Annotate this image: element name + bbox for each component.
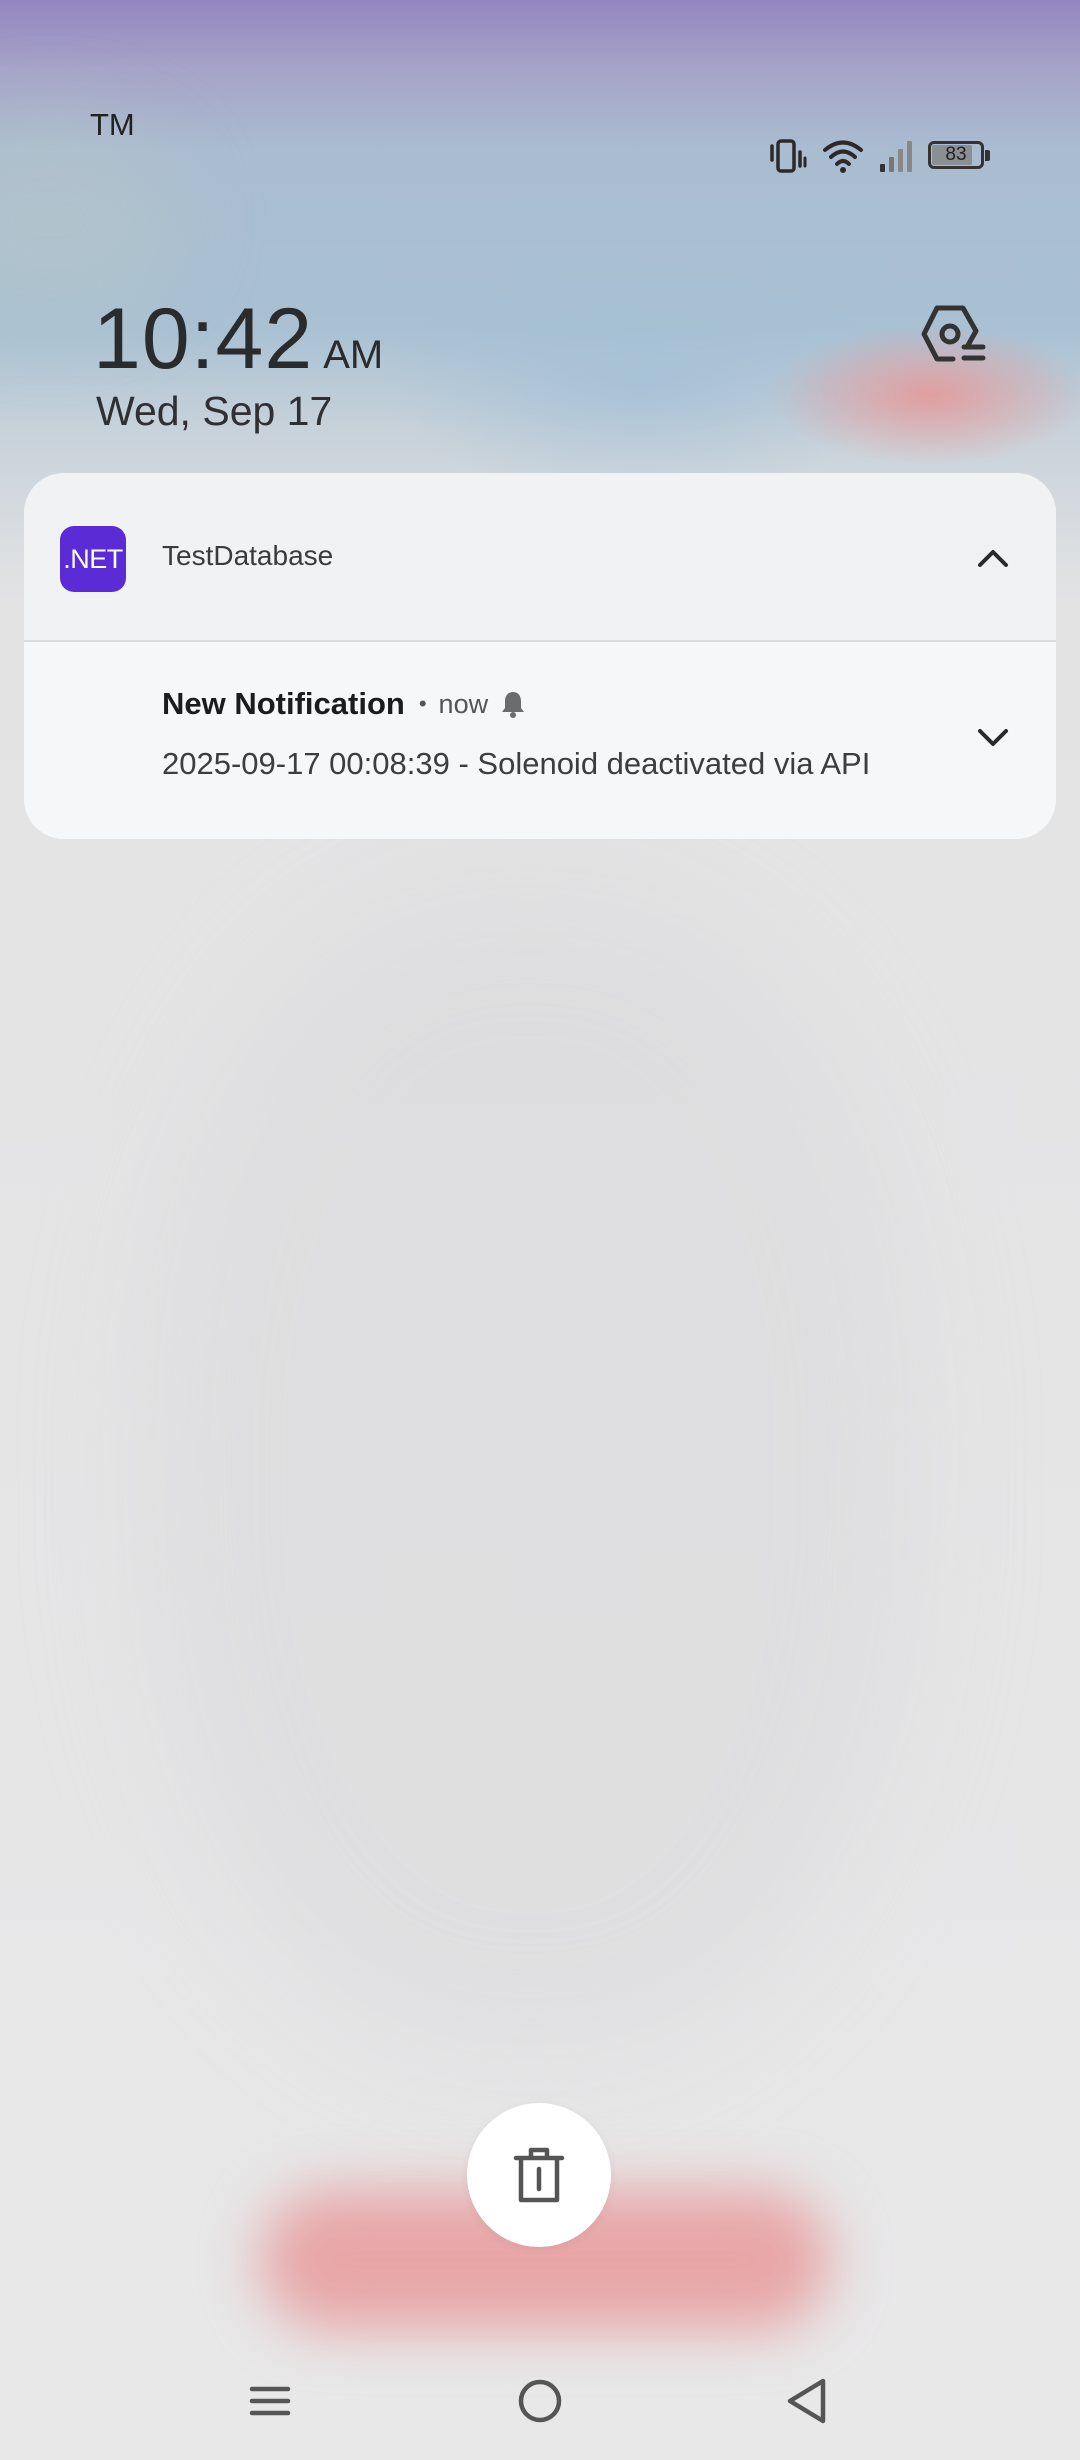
chevron-down-icon[interactable] [968, 712, 1018, 762]
lock-clock: 10:42 AM [93, 290, 383, 389]
lock-date: Wed, Sep 17 [96, 388, 333, 434]
clock-ampm: AM [323, 333, 384, 377]
clear-all-button[interactable] [467, 2103, 611, 2247]
wallpaper-shade [150, 900, 910, 2050]
status-icons: 83 [766, 136, 990, 176]
signal-icon [878, 138, 914, 174]
app-icon: .NET [60, 526, 126, 592]
battery-icon: 83 [928, 141, 990, 171]
bell-icon [498, 689, 528, 719]
notification-text: 2025-09-17 00:08:39 - Solenoid deactivat… [162, 746, 871, 781]
menu-icon[interactable] [225, 2340, 315, 2460]
app-name: TestDatabase [162, 540, 334, 571]
lock-screen: TM 83 10:42 AM Wed, Sep 17 .NET TestData… [0, 0, 1080, 2460]
separator-dot: • [418, 691, 427, 716]
notification-settings-icon[interactable] [919, 303, 989, 365]
notification-time: now [438, 688, 489, 719]
battery-percent: 83 [945, 144, 967, 165]
notification-title-row: New Notification • now [162, 686, 528, 722]
status-bar: TM 83 [0, 0, 1080, 173]
notification-card[interactable]: .NET TestDatabase New Notification • now [24, 473, 1056, 839]
chevron-up-icon[interactable] [968, 533, 1018, 583]
trash-icon [513, 2147, 565, 2203]
vibrate-icon [766, 138, 808, 174]
clock-time: 10:42 [93, 291, 314, 387]
notification-title: New Notification [162, 686, 405, 721]
home-icon[interactable] [495, 2340, 585, 2460]
carrier-label: TM [90, 107, 135, 142]
notification-header[interactable]: .NET TestDatabase [24, 473, 1056, 642]
notification-body[interactable]: New Notification • now 2025-09-17 00:08:… [24, 642, 1056, 839]
back-icon[interactable] [763, 2340, 853, 2460]
navigation-bar [0, 2340, 1080, 2460]
wifi-icon [822, 138, 864, 174]
